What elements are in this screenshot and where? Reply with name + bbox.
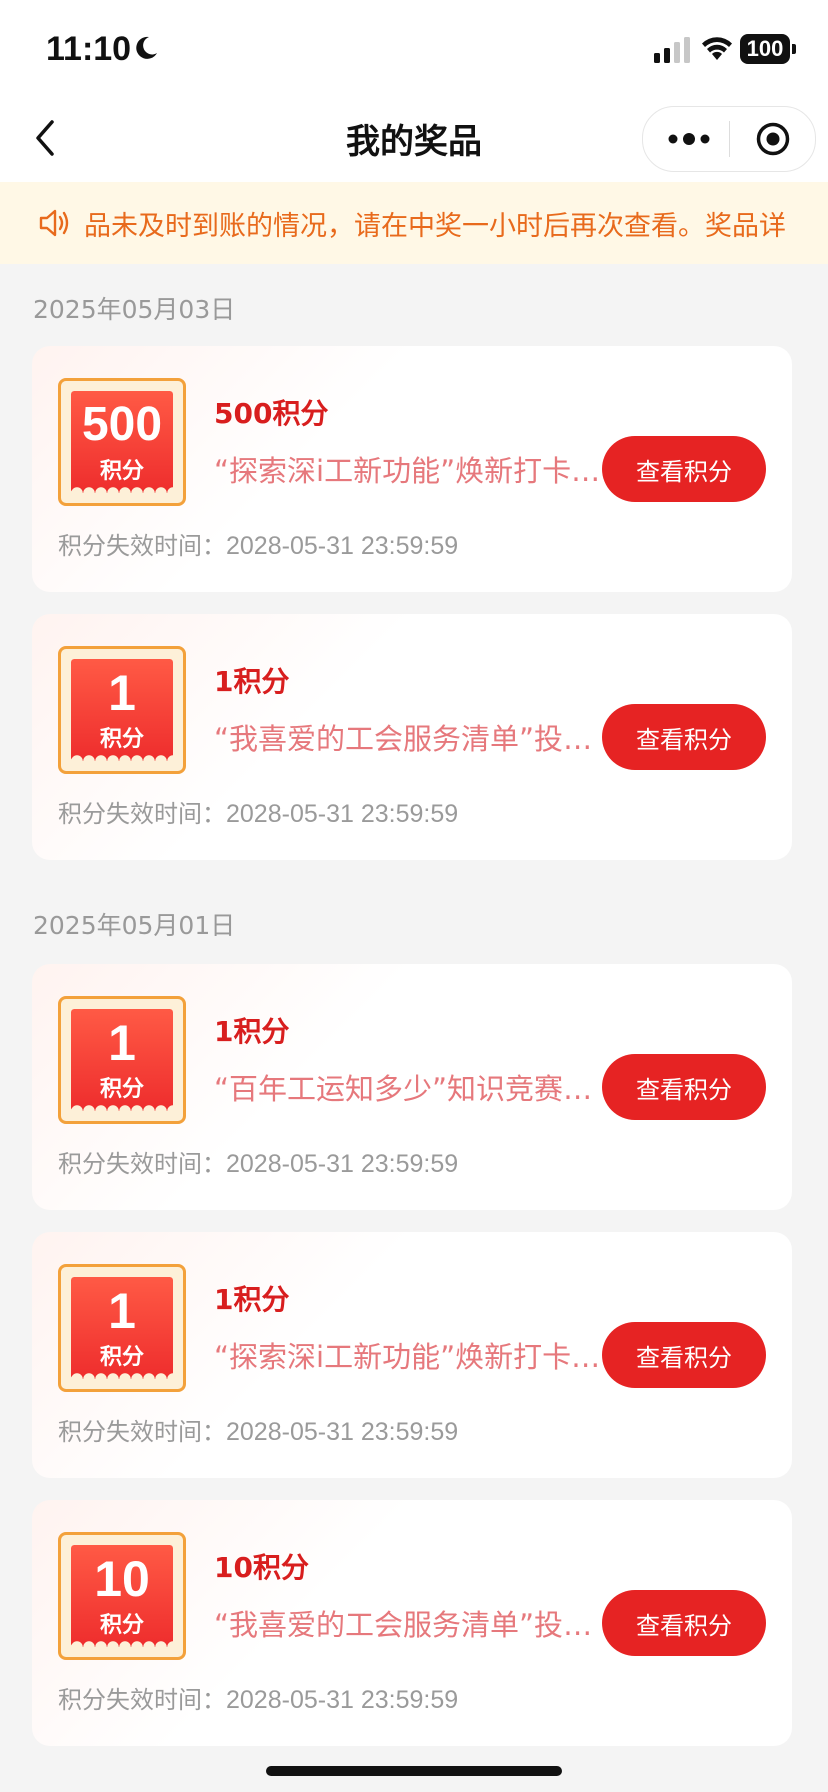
points-badge: 1 积分 [58,646,186,774]
badge-value: 500 [81,398,163,451]
status-bar: 11:10 100 [0,0,828,92]
cellular-signal-icon [654,37,690,63]
expire-value: 2028-05-31 23:59:59 [226,1150,459,1178]
notice-bar: 品未及时到账的情况，请在中奖一小时后再次查看。奖品详 [0,182,828,264]
prize-name: 10积分 [214,1551,309,1584]
prize-card: 1 积分 1积分 “我喜爱的工会服务清单”投票活动 查看积分 积分失效时间：20… [32,614,792,860]
view-points-button[interactable]: 查看积分 [602,704,766,770]
expire-info: 积分失效时间：2028-05-31 23:59:59 [58,1412,458,1447]
expire-info: 积分失效时间：2028-05-31 23:59:59 [58,1680,458,1715]
prize-name: 1积分 [214,1283,290,1316]
status-time: 11:10 [46,30,132,68]
badge-unit: 积分 [99,727,144,752]
expire-label: 积分失效时间： [58,1418,226,1446]
points-badge: 500 积分 [58,378,186,506]
prize-name: 500积分 [214,397,329,430]
view-points-button[interactable]: 查看积分 [602,1322,766,1388]
prize-card: 500 积分 500积分 “探索深i工新功能”焕新打卡活动 查看积分 积分失效时… [32,346,792,592]
expire-label: 积分失效时间： [58,1150,226,1178]
badge-value: 1 [108,1283,136,1339]
badge-unit: 积分 [99,1613,144,1638]
badge-value: 1 [108,1015,136,1071]
prize-description: “我喜爱的工会服务清单”投票活动 [214,1608,614,1642]
view-points-button[interactable]: 查看积分 [602,1590,766,1656]
prize-description: “探索深i工新功能”焕新打卡活动 [214,1340,614,1374]
points-badge: 10 积分 [58,1532,186,1660]
expire-info: 积分失效时间：2028-05-31 23:59:59 [58,794,458,829]
prize-description: “我喜爱的工会服务清单”投票活动 [214,722,614,756]
capsule-divider [729,121,730,157]
battery-icon: 100 [740,34,796,64]
prize-card: 1 积分 1积分 “探索深i工新功能”焕新打卡活动 查看积分 积分失效时间：20… [32,1232,792,1478]
expire-info: 积分失效时间：2028-05-31 23:59:59 [58,1144,458,1179]
mini-program-capsule [642,106,816,172]
expire-value: 2028-05-31 23:59:59 [226,1686,459,1714]
date-header: 2025年05月03日 [33,295,236,324]
more-dots-icon[interactable] [667,127,711,151]
prize-card: 10 积分 10积分 “我喜爱的工会服务清单”投票活动 查看积分 积分失效时间：… [32,1500,792,1746]
expire-value: 2028-05-31 23:59:59 [226,532,459,560]
view-points-button[interactable]: 查看积分 [602,436,766,502]
view-points-button[interactable]: 查看积分 [602,1054,766,1120]
badge-unit: 积分 [99,1345,144,1370]
expire-label: 积分失效时间： [58,532,226,560]
prize-name: 1积分 [214,665,290,698]
wifi-icon [702,37,732,60]
prize-name: 1积分 [214,1015,290,1048]
badge-value: 10 [94,1551,150,1607]
moon-icon [136,36,157,59]
expire-label: 积分失效时间： [58,1686,226,1714]
nav-bar: 我的奖品 [0,92,828,182]
speaker-icon [39,209,69,237]
expire-value: 2028-05-31 23:59:59 [226,800,459,828]
date-header: 2025年05月01日 [33,911,236,940]
points-badge: 1 积分 [58,996,186,1124]
home-indicator [266,1766,562,1776]
target-circle-icon[interactable] [755,121,791,157]
expire-label: 积分失效时间： [58,800,226,828]
prize-card: 1 积分 1积分 “百年工运知多少”知识竞赛活动 查看积分 积分失效时间：202… [32,964,792,1210]
expire-info: 积分失效时间：2028-05-31 23:59:59 [58,526,458,561]
badge-unit: 积分 [99,1077,144,1102]
prize-description: “百年工运知多少”知识竞赛活动 [214,1072,614,1106]
notice-text: 品未及时到账的情况，请在中奖一小时后再次查看。奖品详 [84,211,786,242]
battery-level: 100 [746,36,784,61]
points-badge: 1 积分 [58,1264,186,1392]
expire-value: 2028-05-31 23:59:59 [226,1418,459,1446]
badge-unit: 积分 [99,459,144,484]
prize-description: “探索深i工新功能”焕新打卡活动 [214,454,614,488]
badge-value: 1 [108,665,136,721]
